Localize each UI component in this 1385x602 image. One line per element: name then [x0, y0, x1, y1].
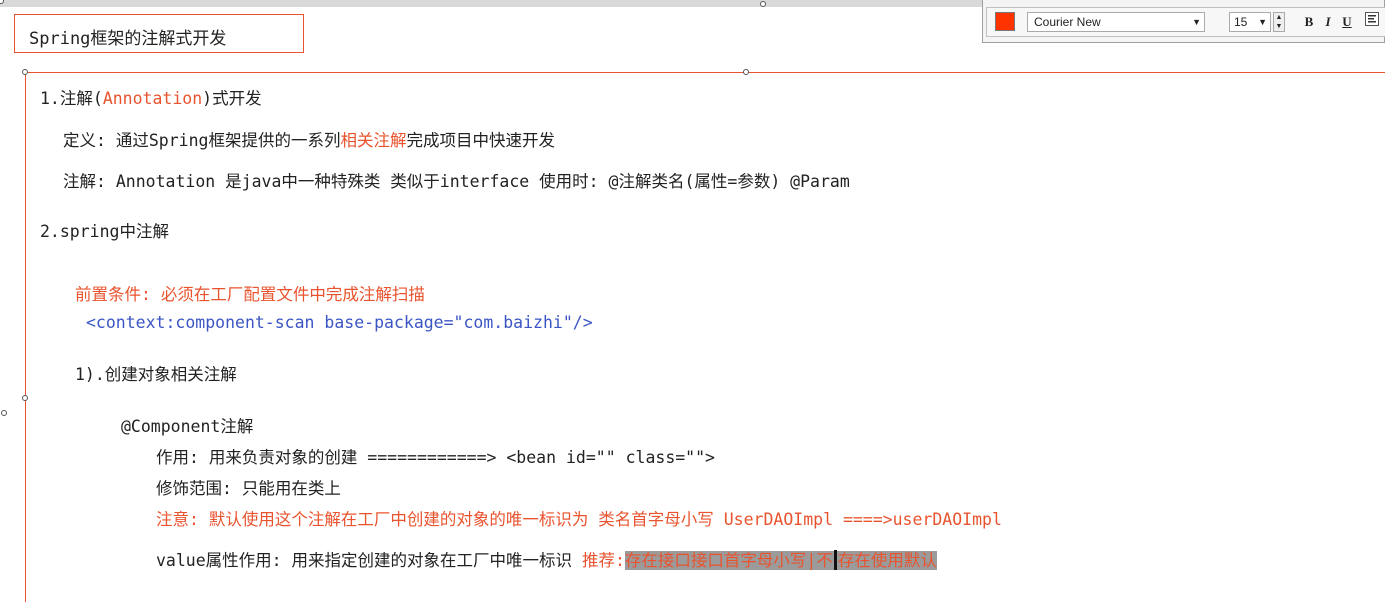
- purpose-line: 作用: 用来负责对象的创建 ============> <bean id="" …: [156, 448, 715, 467]
- title-box[interactable]: Spring框架的注解式开发: [14, 14, 304, 53]
- annotation-line: 注解: Annotation 是java中一种特殊类 类似于interface …: [63, 172, 850, 191]
- text-color-swatch[interactable]: [995, 12, 1015, 31]
- format-toolbar: Courier New ▼ 15 ▼ ▲ ▼ B I U: [982, 0, 1385, 43]
- note-line: 注意: 默认使用这个注解在工厂中创建的对象的唯一标识为 类名首字母小写 User…: [156, 510, 1002, 529]
- precondition-line: 前置条件: 必须在工厂配置文件中完成注解扫描: [75, 285, 425, 304]
- text-cursor-icon: [833, 550, 837, 570]
- font-family-select[interactable]: Courier New ▼: [1027, 12, 1205, 32]
- content-handle-top-left[interactable]: [22, 69, 28, 75]
- font-size-spinner[interactable]: ▲ ▼: [1273, 12, 1285, 32]
- subsection-1-heading: 1).创建对象相关注解: [75, 365, 237, 384]
- resize-handle-left[interactable]: [1, 410, 7, 416]
- page-title: Spring框架的注解式开发: [29, 29, 227, 49]
- chevron-down-icon: ▼: [1192, 17, 1201, 27]
- underline-button[interactable]: U: [1339, 12, 1355, 32]
- italic-button[interactable]: I: [1320, 12, 1336, 32]
- value-line: value属性作用: 用来指定创建的对象在工厂中唯一标识 推荐:存在接口接口首字…: [156, 547, 937, 571]
- context-scan-line: <context:component-scan base-package="co…: [86, 313, 593, 332]
- value-line-selected-part-2: 存在使用默认: [837, 551, 937, 570]
- component-heading: @Component注解: [121, 417, 254, 436]
- bold-button[interactable]: B: [1301, 12, 1317, 32]
- content-handle-top[interactable]: [743, 69, 749, 75]
- section-1-heading-annotation: Annotation: [102, 89, 203, 108]
- chevron-down-icon: ▼: [1258, 17, 1267, 27]
- font-size-select[interactable]: 15 ▼: [1229, 12, 1271, 32]
- definition-post: 完成项目中快速开发: [406, 131, 555, 150]
- value-line-selected-part-1: 存在接口接口首字母小写|不: [624, 551, 833, 570]
- section-1-heading-post: )式开发: [202, 89, 262, 108]
- value-line-selected[interactable]: 存在接口接口首字母小写|不 存在使用默认: [624, 550, 937, 570]
- resize-handle-top[interactable]: [760, 1, 766, 7]
- align-left-icon: [1365, 12, 1379, 26]
- section-1-heading-pre: 1.注解(: [40, 89, 103, 108]
- definition-line: 定义: 通过Spring框架提供的一系列相关注解完成项目中快速开发: [63, 127, 555, 151]
- font-family-value: Courier New: [1034, 15, 1101, 29]
- value-line-pre: value属性作用: 用来指定创建的对象在工厂中唯一标识: [156, 551, 582, 570]
- definition-highlight: 相关注解: [340, 131, 407, 150]
- scope-line: 修饰范围: 只能用在类上: [156, 479, 341, 498]
- section-1-heading: 1.注解(Annotation)式开发: [40, 85, 262, 109]
- align-left-button[interactable]: [1363, 12, 1381, 32]
- value-line-recommend: 推荐:: [581, 551, 625, 570]
- content-handle-left[interactable]: [22, 395, 28, 401]
- font-size-value: 15: [1234, 15, 1248, 29]
- section-2-heading: 2.spring中注解: [40, 222, 169, 241]
- definition-pre: 定义: 通过Spring框架提供的一系列: [63, 131, 341, 150]
